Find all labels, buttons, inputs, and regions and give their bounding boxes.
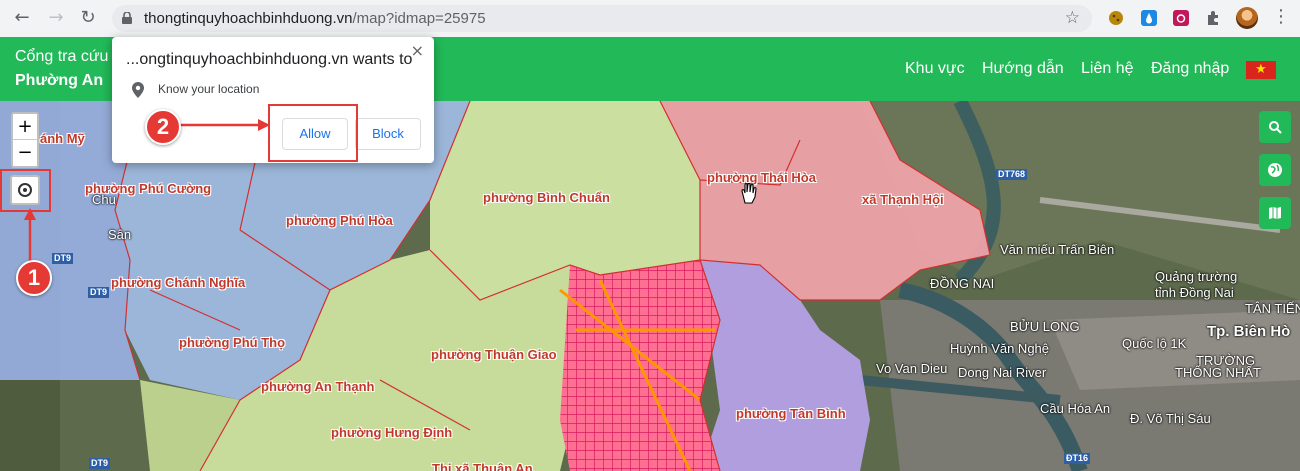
- location-pin-icon: [132, 82, 144, 98]
- popup-title: ...ongtinquyhoachbinhduong.vn wants to: [126, 51, 413, 68]
- extension-cookie-icon[interactable]: [1108, 10, 1124, 26]
- bookmark-star-icon[interactable]: ☆: [1065, 8, 1080, 28]
- place-label-van-mieu: Văn miếu Trấn Biên: [1000, 242, 1115, 257]
- hand-cursor-icon: [741, 183, 757, 204]
- url-path: /map?idmap=25975: [352, 10, 486, 27]
- back-icon[interactable]: ←: [10, 6, 34, 30]
- ward-label-chanh-my: ánh Mỹ: [40, 131, 85, 146]
- place-label-chu: Chu: [92, 192, 116, 207]
- extension-drop-icon[interactable]: [1141, 10, 1157, 26]
- block-button[interactable]: Block: [355, 118, 421, 150]
- step-badge-2: 2: [145, 109, 181, 145]
- place-label-quang-truong: Quảng trường: [1155, 269, 1238, 284]
- step-badge-1: 1: [16, 260, 52, 296]
- ward-label-an-thanh: phường An Thạnh: [261, 379, 375, 394]
- close-icon[interactable]: ×: [411, 41, 424, 60]
- zoom-out-button[interactable]: −: [13, 140, 37, 166]
- ward-label-thuan-an: Thị xã Thuận An: [432, 461, 533, 471]
- place-label-dong-nai: ĐỒNG NAI: [930, 276, 995, 291]
- road-badge-dt768: DT768: [996, 169, 1028, 180]
- place-label-quoc-lo-1k: Quốc lộ 1K: [1122, 336, 1187, 351]
- menu-dang-nhap[interactable]: Đăng nhập: [1151, 60, 1229, 78]
- arrow-up-icon: [24, 208, 36, 266]
- browser-menu-icon[interactable]: ⋮: [1272, 6, 1290, 27]
- globe-icon: [1268, 163, 1282, 177]
- reload-icon[interactable]: ↻: [76, 6, 100, 30]
- map-icon: [1269, 207, 1281, 219]
- lock-icon: [122, 12, 132, 24]
- url-host: thongtinquyhoachbinhduong.vn: [144, 10, 353, 27]
- road-badge-dt16: ĐT16: [1064, 453, 1091, 464]
- place-label-bien-hoa: Tp. Biên Hò: [1207, 323, 1291, 340]
- ward-label-chanh-nghia: phường Chánh Nghĩa: [111, 275, 246, 290]
- ward-label-thai-hoa: phường Thái Hòa: [707, 170, 816, 185]
- place-label-buu-long: BỬU LONG: [1010, 319, 1080, 334]
- road-badge-dt9: DT9: [88, 287, 110, 298]
- url-text: thongtinquyhoachbinhduong.vn/map?idmap=2…: [144, 10, 486, 27]
- road-badge-dt9: DT9: [52, 253, 74, 264]
- globe-button[interactable]: [1259, 154, 1291, 186]
- ward-label-binh-chuan: phường Bình Chuẩn: [483, 190, 610, 205]
- place-label-cau-hoa-an: Cầu Hóa An: [1040, 401, 1111, 416]
- permission-text: Know your location: [158, 82, 260, 96]
- map-layers-button[interactable]: [1259, 197, 1291, 229]
- extensions-puzzle-icon[interactable]: [1205, 10, 1221, 26]
- place-label-tinh-dong-nai: tỉnh Đồng Nai: [1155, 285, 1234, 300]
- map-search-button[interactable]: [1259, 111, 1291, 143]
- menu-lien-he[interactable]: Liên hệ: [1081, 60, 1134, 78]
- ward-label-hung-dinh: phường Hưng Định: [331, 425, 453, 440]
- highlight-box-allow: [268, 104, 358, 162]
- zoom-control: + −: [11, 112, 39, 168]
- ward-label-thanh-hoi: xã Thạnh Hội: [862, 192, 944, 207]
- browser-toolbar: ← → ↻ thongtinquyhoachbinhduong.vn/map?i…: [0, 0, 1300, 38]
- site-subtitle: Phường An: [15, 72, 104, 89]
- vietnam-flag-icon[interactable]: [1246, 61, 1276, 79]
- profile-avatar[interactable]: [1236, 7, 1258, 29]
- place-label-san: Sân: [108, 227, 132, 242]
- place-label-vo-thi-sau: Đ. Võ Thị Sáu: [1130, 411, 1211, 426]
- place-label-thong-nhat: THỐNG NHẤT: [1175, 365, 1261, 380]
- place-label-tan-tien: TÂN TIẾN: [1245, 301, 1300, 316]
- ward-label-thuan-giao: phường Thuận Giao: [431, 347, 557, 362]
- menu-huong-dan[interactable]: Hướng dẫn: [982, 60, 1064, 78]
- place-label-vo-van-dieu: Vo Van Dieu: [876, 361, 948, 376]
- site-title: Cổng tra cứu: [15, 48, 109, 65]
- menu-khu-vuc[interactable]: Khu vực: [905, 60, 965, 78]
- zoom-in-button[interactable]: +: [13, 114, 37, 140]
- place-label-huynh-van-nghe: Huỳnh Văn Nghệ: [950, 341, 1050, 356]
- ward-label-phu-hoa: phường Phú Hòa: [286, 213, 393, 228]
- extension-camera-icon[interactable]: [1173, 10, 1189, 26]
- search-icon: [1269, 121, 1282, 134]
- road-badge-dt9: DT9: [89, 458, 111, 469]
- ward-label-tan-binh: phường Tân Bình: [736, 406, 846, 421]
- address-bar[interactable]: thongtinquyhoachbinhduong.vn/map?idmap=2…: [112, 5, 1092, 32]
- ward-label-phu-tho: phường Phú Thọ: [179, 335, 286, 350]
- place-label-dong-nai-river: Dong Nai River: [958, 365, 1047, 380]
- forward-icon[interactable]: →: [44, 6, 68, 30]
- arrow-right-icon: [178, 119, 270, 131]
